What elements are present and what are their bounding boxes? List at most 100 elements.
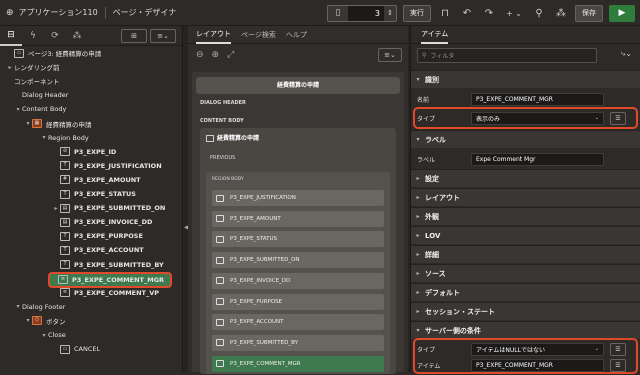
tree-node-cancel[interactable]: ▭ CANCEL — [52, 342, 100, 356]
tree-node-19[interactable]: ▾ ⟨⟩ ボタン — [24, 314, 66, 328]
app-link[interactable]: アプリケーション110 — [19, 7, 98, 18]
section-label[interactable]: ▾ ラベル — [411, 130, 640, 148]
undo-icon[interactable]: ↶ — [459, 8, 475, 19]
dynamic-actions-tab-icon[interactable]: ϟ — [22, 31, 44, 41]
tree-node-p3-expe-submitted-by[interactable]: T P3_EXPE_SUBMITTED_BY — [52, 258, 164, 272]
region-body-slot[interactable]: REGION BODY P3_EXPE_JUSTIFICATION P3_EXPE… — [206, 172, 390, 374]
section-appearance-label: 外観 — [425, 212, 439, 221]
tree-chevron-icon[interactable]: ▸ — [52, 205, 60, 212]
section-settings[interactable]: ▸ 設定 — [411, 169, 640, 187]
content-body-slot[interactable]: CONTENT BODY — [200, 118, 244, 124]
tree-node-dialog-footer[interactable]: ▾ Dialog Footer — [14, 300, 65, 314]
previous-slot[interactable]: PREVIOUS — [210, 155, 235, 161]
stepper-icon[interactable]: ⇕ — [384, 9, 396, 17]
tree-node-p3-expe-id[interactable]: ⊘ P3_EXPE_ID — [52, 145, 116, 159]
tree-chevron-icon[interactable]: ▾ — [40, 332, 48, 339]
tab-help[interactable]: ヘルプ — [286, 30, 307, 40]
zoom-in-icon[interactable]: ⊕ — [212, 50, 220, 60]
layout-item[interactable]: P3_EXPE_COMMENT_MGR — [212, 355, 384, 372]
page-number-input[interactable]: 3 — [348, 5, 384, 21]
dialog-header-slot[interactable]: DIALOG HEADER — [200, 100, 246, 106]
rendering-tab-icon[interactable]: ⊟ — [0, 26, 22, 46]
tree-node-label: 経費精算の申請 — [46, 120, 92, 129]
tree-node-label: P3_EXPE_INVOICE_DD — [74, 218, 153, 227]
layout-item[interactable]: P3_EXPE_JUSTIFICATION — [212, 190, 384, 206]
tree-node-p3-expe-amount[interactable]: # P3_EXPE_AMOUNT — [52, 173, 141, 187]
utilities-icon[interactable]: ⚲ — [531, 8, 547, 19]
expand-chevron-icon: ▸ — [416, 251, 420, 258]
filter-input[interactable]: ⚲ フィルタ — [417, 47, 597, 63]
tree-node-p3-expe-justification[interactable]: T P3_EXPE_JUSTIFICATION — [52, 159, 162, 173]
shared-tab-icon[interactable]: ⁂ — [66, 31, 88, 41]
layout-item[interactable]: P3_EXPE_STATUS — [212, 231, 384, 248]
tree-node-p3-expe-submitted-on[interactable]: ▸ ▤ P3_EXPE_SUBMITTED_ON — [52, 201, 165, 215]
search-icon: ⚲ — [422, 51, 427, 59]
layout-item[interactable]: P3_EXPE_PURPOSE — [212, 293, 384, 310]
tree-node-5[interactable]: ▾ ▦ 経費精算の申請 — [24, 117, 92, 131]
layout-item[interactable]: P3_EXPE_ACCOUNT — [212, 314, 384, 331]
section-appearance[interactable]: ▸ 外観 — [411, 207, 640, 225]
redo-icon[interactable]: ↷ — [481, 8, 497, 19]
tree-grid-button[interactable]: ⊞ — [121, 29, 147, 43]
go-to-group-icon[interactable]: ⤷⌄ — [621, 49, 632, 59]
add-icon[interactable]: + ⌄ — [503, 9, 525, 18]
tree-node-p3-expe-invoice-dd[interactable]: ▤ P3_EXPE_INVOICE_DD — [52, 215, 152, 229]
layout-item[interactable]: P3_EXPE_SUBMITTED_ON — [212, 252, 384, 269]
section-source[interactable]: ▸ ソース — [411, 264, 640, 282]
name-field[interactable]: P3_EXPE_COMMENT_MGR — [471, 92, 604, 106]
tree-node-p3-expe-account[interactable]: T P3_EXPE_ACCOUNT — [52, 243, 144, 257]
tree-chevron-icon[interactable]: ▾ — [14, 303, 22, 310]
label-field[interactable]: Expe Comment Mgr — [471, 152, 604, 166]
section-session-state[interactable]: ▸ セッション・ステート — [411, 302, 640, 320]
tree-node-label: P3_EXPE_PURPOSE — [74, 232, 143, 241]
zoom-out-icon[interactable]: ⊖ — [196, 50, 204, 60]
tree-node-p3-expe-purpose[interactable]: T P3_EXPE_PURPOSE — [52, 229, 143, 243]
page-selector[interactable]: ▯ 3 ⇕ — [327, 4, 397, 22]
tree-node-close[interactable]: ▾ Close — [40, 328, 65, 342]
tree-node-p3-expe-comment-vp[interactable]: ≡ P3_EXPE_COMMENT_VP — [52, 286, 159, 300]
processing-tab-icon[interactable]: ⟳ — [44, 31, 66, 41]
layout-menu-button[interactable]: ≡⌄ — [378, 48, 402, 62]
layout-item[interactable]: P3_EXPE_AMOUNT — [212, 210, 384, 227]
tab-item[interactable]: アイテム — [421, 26, 449, 44]
tree-node-label: P3_EXPE_JUSTIFICATION — [74, 161, 162, 170]
tree-node-region-body[interactable]: ▾ Region Body — [40, 131, 88, 145]
section-advanced[interactable]: ▸ 詳細 — [411, 245, 640, 263]
shared-components-icon[interactable]: ⁂ — [553, 8, 569, 19]
go-button[interactable]: 実行 — [403, 4, 431, 22]
tree-node-content-body[interactable]: ▾ Content Body — [14, 102, 66, 116]
section-lov[interactable]: ▸ LOV — [411, 226, 640, 244]
tree-chevron-icon[interactable]: ▾ — [24, 120, 32, 127]
tab-page-search[interactable]: ページ検索 — [241, 30, 276, 40]
tree-chevron-icon[interactable]: ▸ — [6, 64, 14, 71]
tree-node-2[interactable]: コンポーネント — [6, 74, 60, 88]
expense-region[interactable]: 経費精算の申請 PREVIOUS REGION BODY P3_EXPE_JUS… — [200, 128, 396, 374]
run-page-button[interactable]: ▶ — [609, 4, 635, 22]
item-type-icon — [216, 360, 224, 368]
expand-icon[interactable]: ⤢ — [227, 50, 234, 60]
tree-node-1[interactable]: ▸ レンダリング前 — [6, 60, 59, 74]
filter-placeholder: フィルタ — [430, 52, 455, 60]
tree-chevron-icon[interactable]: ▾ — [24, 317, 32, 324]
button-icon: ▭ — [60, 344, 70, 354]
tree-chevron-icon[interactable]: ▾ — [40, 134, 48, 141]
save-button[interactable]: 保存 — [575, 4, 603, 22]
layout-item[interactable]: P3_EXPE_SUBMITTED_BY — [212, 334, 384, 351]
tree-menu-button[interactable]: ≡⌄ — [150, 29, 176, 43]
dialog-region-title[interactable]: 経費精算の申請 — [196, 77, 400, 94]
tree-node-p3-expe-status[interactable]: T P3_EXPE_STATUS — [52, 187, 136, 201]
tree-node-label: P3_EXPE_COMMENT_VP — [74, 288, 160, 297]
section-default[interactable]: ▸ デフォルト — [411, 283, 640, 301]
up-arrow-icon[interactable]: ⊕ — [6, 8, 14, 18]
layout-item[interactable]: P3_EXPE_INVOICE_DD — [212, 272, 384, 289]
tree-node-dialog-header[interactable]: Dialog Header — [14, 88, 68, 102]
section-server-condition[interactable]: ▾ サーバー側の条件 — [411, 321, 640, 339]
section-session-state-label: セッション・ステート — [425, 307, 495, 316]
tab-layout[interactable]: レイアウト — [196, 26, 231, 44]
section-layout[interactable]: ▸ レイアウト — [411, 188, 640, 206]
layout-item-label: P3_EXPE_ACCOUNT — [230, 319, 284, 326]
lock-icon[interactable]: ⊓ — [437, 8, 453, 19]
tree-node-3[interactable]: ▭ ページ3: 経費精算の申請 — [6, 46, 101, 60]
section-identification[interactable]: ▾ 識別 — [411, 70, 640, 88]
tree-chevron-icon[interactable]: ▾ — [14, 106, 22, 113]
